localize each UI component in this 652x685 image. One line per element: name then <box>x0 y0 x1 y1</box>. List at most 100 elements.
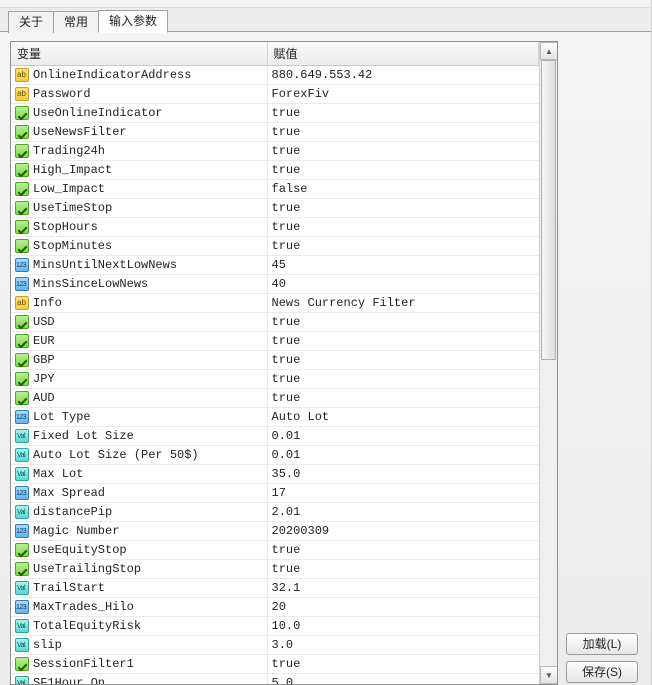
table-row[interactable]: Max Spread17 <box>11 484 539 503</box>
tab-inputs[interactable]: 输入参数 <box>98 10 168 33</box>
param-name-cell[interactable]: Magic Number <box>11 522 267 541</box>
table-row[interactable]: UseNewsFiltertrue <box>11 123 539 142</box>
param-value-cell[interactable]: true <box>267 142 539 161</box>
table-row[interactable]: Lot TypeAuto Lot <box>11 408 539 427</box>
table-row[interactable]: SessionFilter1true <box>11 655 539 674</box>
table-row[interactable]: slip3.0 <box>11 636 539 655</box>
table-row[interactable]: Auto Lot Size (Per 50$)0.01 <box>11 446 539 465</box>
param-name-cell[interactable]: Max Lot <box>11 465 267 484</box>
param-name-cell[interactable]: TotalEquityRisk <box>11 617 267 636</box>
table-row[interactable]: OnlineIndicatorAddress880.649.553.42 <box>11 66 539 85</box>
table-row[interactable]: High_Impacttrue <box>11 161 539 180</box>
param-name-cell[interactable]: SessionFilter1 <box>11 655 267 674</box>
param-value-cell[interactable]: 40 <box>267 275 539 294</box>
param-value-cell[interactable]: true <box>267 351 539 370</box>
param-value-cell[interactable]: true <box>267 199 539 218</box>
table-row[interactable]: SF1Hour_On5.0 <box>11 674 539 685</box>
param-value-cell[interactable]: ForexFiv <box>267 85 539 104</box>
param-value-cell[interactable]: 35.0 <box>267 465 539 484</box>
param-value-cell[interactable]: Auto Lot <box>267 408 539 427</box>
param-value-cell[interactable]: true <box>267 104 539 123</box>
param-name-cell[interactable]: Info <box>11 294 267 313</box>
param-name-cell[interactable]: TrailStart <box>11 579 267 598</box>
param-name-cell[interactable]: OnlineIndicatorAddress <box>11 66 267 85</box>
param-value-cell[interactable]: true <box>267 370 539 389</box>
param-name-cell[interactable]: AUD <box>11 389 267 408</box>
table-row[interactable]: StopMinutestrue <box>11 237 539 256</box>
table-row[interactable]: MinsUntilNextLowNews45 <box>11 256 539 275</box>
param-value-cell[interactable]: 20 <box>267 598 539 617</box>
param-value-cell[interactable]: false <box>267 180 539 199</box>
table-row[interactable]: UseTrailingStoptrue <box>11 560 539 579</box>
table-row[interactable]: Max Lot35.0 <box>11 465 539 484</box>
col-header-variable[interactable]: 变量 <box>11 42 267 66</box>
table-row[interactable]: StopHourstrue <box>11 218 539 237</box>
param-name-cell[interactable]: MinsSinceLowNews <box>11 275 267 294</box>
param-value-cell[interactable]: 2.01 <box>267 503 539 522</box>
param-name-cell[interactable]: StopHours <box>11 218 267 237</box>
param-value-cell[interactable]: 3.0 <box>267 636 539 655</box>
param-name-cell[interactable]: Low_Impact <box>11 180 267 199</box>
param-name-cell[interactable]: Auto Lot Size (Per 50$) <box>11 446 267 465</box>
param-value-cell[interactable]: 45 <box>267 256 539 275</box>
param-name-cell[interactable]: Trading24h <box>11 142 267 161</box>
load-button[interactable]: 加载(L) <box>566 633 638 655</box>
param-value-cell[interactable]: News Currency Filter <box>267 294 539 313</box>
table-row[interactable]: TotalEquityRisk10.0 <box>11 617 539 636</box>
tab-about[interactable]: 关于 <box>8 11 54 33</box>
table-row[interactable]: JPYtrue <box>11 370 539 389</box>
param-name-cell[interactable]: SF1Hour_On <box>11 674 267 685</box>
table-row[interactable]: PasswordForexFiv <box>11 85 539 104</box>
param-value-cell[interactable]: 20200309 <box>267 522 539 541</box>
param-value-cell[interactable]: 10.0 <box>267 617 539 636</box>
scroll-up-button[interactable]: ▲ <box>540 42 558 60</box>
table-row[interactable]: Trading24htrue <box>11 142 539 161</box>
param-name-cell[interactable]: StopMinutes <box>11 237 267 256</box>
table-row[interactable]: InfoNews Currency Filter <box>11 294 539 313</box>
table-row[interactable]: MinsSinceLowNews40 <box>11 275 539 294</box>
param-value-cell[interactable]: true <box>267 655 539 674</box>
param-name-cell[interactable]: distancePip <box>11 503 267 522</box>
param-value-cell[interactable]: 880.649.553.42 <box>267 66 539 85</box>
param-value-cell[interactable]: true <box>267 218 539 237</box>
param-name-cell[interactable]: Password <box>11 85 267 104</box>
scroll-thumb[interactable] <box>541 60 556 360</box>
tab-common[interactable]: 常用 <box>53 11 99 33</box>
param-value-cell[interactable]: true <box>267 560 539 579</box>
param-name-cell[interactable]: EUR <box>11 332 267 351</box>
col-header-value[interactable]: 赋值 <box>267 42 539 66</box>
param-value-cell[interactable]: true <box>267 123 539 142</box>
param-name-cell[interactable]: UseEquityStop <box>11 541 267 560</box>
param-name-cell[interactable]: UseNewsFilter <box>11 123 267 142</box>
param-value-cell[interactable]: 5.0 <box>267 674 539 685</box>
param-name-cell[interactable]: JPY <box>11 370 267 389</box>
param-name-cell[interactable]: High_Impact <box>11 161 267 180</box>
param-name-cell[interactable]: MaxTrades_Hilo <box>11 598 267 617</box>
param-name-cell[interactable]: MinsUntilNextLowNews <box>11 256 267 275</box>
scroll-track[interactable] <box>540 60 557 666</box>
param-name-cell[interactable]: Max Spread <box>11 484 267 503</box>
param-name-cell[interactable]: slip <box>11 636 267 655</box>
param-value-cell[interactable]: true <box>267 541 539 560</box>
table-row[interactable]: EURtrue <box>11 332 539 351</box>
table-row[interactable]: USDtrue <box>11 313 539 332</box>
param-name-cell[interactable]: GBP <box>11 351 267 370</box>
param-value-cell[interactable]: true <box>267 389 539 408</box>
param-name-cell[interactable]: UseOnlineIndicator <box>11 104 267 123</box>
param-value-cell[interactable]: true <box>267 237 539 256</box>
param-name-cell[interactable]: USD <box>11 313 267 332</box>
table-row[interactable]: UseEquityStoptrue <box>11 541 539 560</box>
param-value-cell[interactable]: 32.1 <box>267 579 539 598</box>
table-row[interactable]: Magic Number20200309 <box>11 522 539 541</box>
param-name-cell[interactable]: Lot Type <box>11 408 267 427</box>
table-row[interactable]: Low_Impactfalse <box>11 180 539 199</box>
table-row[interactable]: Fixed Lot Size0.01 <box>11 427 539 446</box>
param-value-cell[interactable]: true <box>267 313 539 332</box>
param-name-cell[interactable]: Fixed Lot Size <box>11 427 267 446</box>
table-row[interactable]: AUDtrue <box>11 389 539 408</box>
vertical-scrollbar[interactable]: ▲ ▼ <box>539 42 557 684</box>
param-name-cell[interactable]: UseTimeStop <box>11 199 267 218</box>
table-row[interactable]: UseOnlineIndicatortrue <box>11 104 539 123</box>
table-row[interactable]: GBPtrue <box>11 351 539 370</box>
param-value-cell[interactable]: 0.01 <box>267 427 539 446</box>
